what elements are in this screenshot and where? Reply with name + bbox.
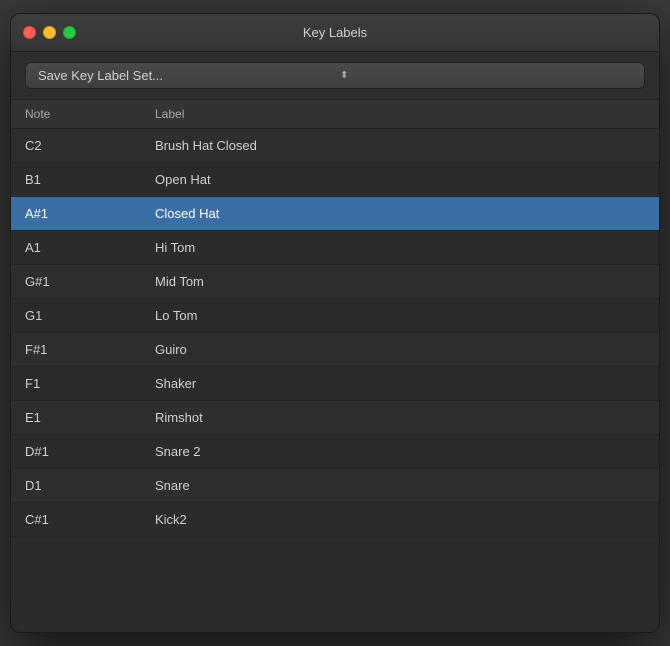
chevron-down-icon: ⬍ [340,70,634,81]
table-row[interactable]: E1Rimshot [11,401,659,435]
table-row[interactable]: C#1Kick2 [11,503,659,537]
titlebar: Key Labels [11,14,659,52]
cell-label: Mid Tom [141,265,659,298]
cell-note: A#1 [11,197,141,230]
cell-label: Snare 2 [141,435,659,468]
cell-label: Open Hat [141,163,659,196]
cell-note: E1 [11,401,141,434]
cell-note: C#1 [11,503,141,536]
dropdown-label: Save Key Label Set... [38,68,332,83]
table-row[interactable]: F#1Guiro [11,333,659,367]
table-body[interactable]: C2Brush Hat ClosedB1Open HatA#1Closed Ha… [11,129,659,632]
cell-label: Brush Hat Closed [141,129,659,162]
column-header-label: Label [141,100,659,128]
table-row[interactable]: C2Brush Hat Closed [11,129,659,163]
maximize-button[interactable] [63,26,76,39]
traffic-lights [23,26,76,39]
table-row[interactable]: F1Shaker [11,367,659,401]
cell-label: Kick2 [141,503,659,536]
table-header: Note Label [11,100,659,129]
save-key-label-set-dropdown[interactable]: Save Key Label Set... ⬍ [25,62,645,89]
cell-note: D1 [11,469,141,502]
close-button[interactable] [23,26,36,39]
cell-note: C2 [11,129,141,162]
key-labels-table: Note Label C2Brush Hat ClosedB1Open HatA… [11,100,659,632]
cell-note: G1 [11,299,141,332]
cell-note: A1 [11,231,141,264]
cell-note: F1 [11,367,141,400]
column-header-note: Note [11,100,141,128]
table-row[interactable]: D#1Snare 2 [11,435,659,469]
table-row[interactable]: D1Snare [11,469,659,503]
cell-label: Guiro [141,333,659,366]
toolbar: Save Key Label Set... ⬍ [11,52,659,100]
window-title: Key Labels [303,25,367,40]
cell-label: Lo Tom [141,299,659,332]
table-row[interactable]: A1Hi Tom [11,231,659,265]
table-row[interactable]: G#1Mid Tom [11,265,659,299]
key-labels-window: Key Labels Save Key Label Set... ⬍ Note … [10,13,660,633]
cell-note: D#1 [11,435,141,468]
cell-note: G#1 [11,265,141,298]
table-row[interactable]: A#1Closed Hat [11,197,659,231]
cell-label: Hi Tom [141,231,659,264]
table-row[interactable]: G1Lo Tom [11,299,659,333]
cell-label: Shaker [141,367,659,400]
minimize-button[interactable] [43,26,56,39]
cell-label: Snare [141,469,659,502]
cell-label: Rimshot [141,401,659,434]
table-row[interactable]: B1Open Hat [11,163,659,197]
cell-note: F#1 [11,333,141,366]
cell-note: B1 [11,163,141,196]
cell-label: Closed Hat [141,197,659,230]
